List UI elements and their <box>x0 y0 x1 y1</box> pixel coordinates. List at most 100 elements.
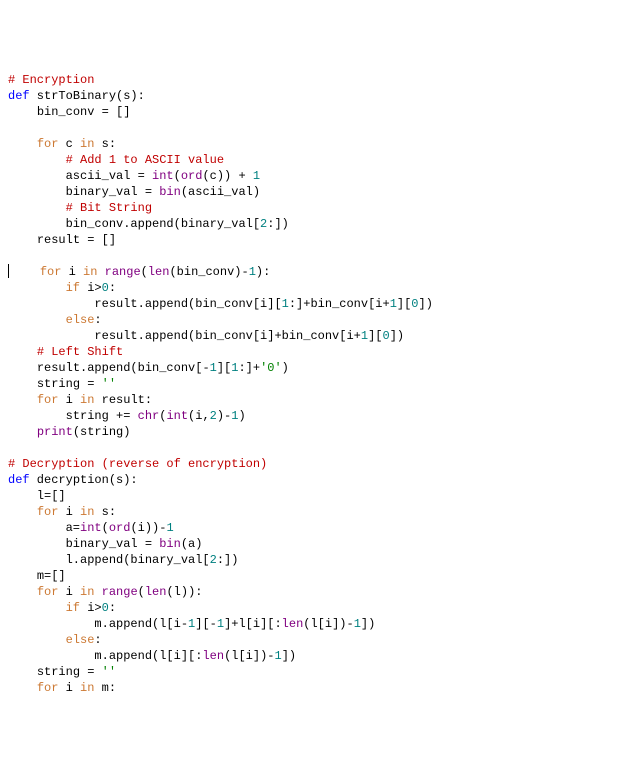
token-id: (string) <box>73 425 131 439</box>
token-id: i> <box>80 281 102 295</box>
token-id: result: <box>94 393 152 407</box>
token-id: ) <box>238 409 245 423</box>
code-line[interactable]: # Bit String <box>8 200 615 216</box>
code-line[interactable]: result = [] <box>8 232 615 248</box>
token-id: i> <box>80 601 102 615</box>
token-id: i <box>58 681 80 695</box>
token-cm: # Bit String <box>66 201 152 215</box>
code-line[interactable]: for c in s: <box>8 136 615 152</box>
token-fn: int <box>152 169 174 183</box>
token-id: ascii_val = <box>66 169 152 183</box>
token-num: 1 <box>210 361 217 375</box>
indent <box>8 361 37 375</box>
code-line[interactable]: bin_conv.append(binary_val[2:]) <box>8 216 615 232</box>
token-str: '' <box>102 377 116 391</box>
indent <box>8 201 66 215</box>
indent <box>8 505 37 519</box>
code-line[interactable]: for i in s: <box>8 504 615 520</box>
code-line[interactable] <box>8 248 615 264</box>
code-line[interactable]: # Encryption <box>8 72 615 88</box>
code-line[interactable]: result.append(bin_conv[i]+bin_conv[i+1][… <box>8 328 615 344</box>
token-cf: in <box>80 681 94 695</box>
token-num: 2 <box>210 409 217 423</box>
token-id: string = <box>37 377 102 391</box>
indent <box>8 393 37 407</box>
token-id: c <box>58 137 80 151</box>
code-line[interactable] <box>8 120 615 136</box>
code-line[interactable]: m.append(l[i-1][-1]+l[i][:len(l[i])-1]) <box>8 616 615 632</box>
token-cf: for <box>37 393 59 407</box>
code-line[interactable]: for i in range(len(l)): <box>8 584 615 600</box>
token-id: binary_val = <box>66 185 160 199</box>
token-kw: def <box>8 473 30 487</box>
code-line[interactable]: string += chr(int(i,2)-1) <box>8 408 615 424</box>
token-id: ( <box>174 169 181 183</box>
code-line[interactable]: bin_conv = [] <box>8 104 615 120</box>
token-id: decryption(s): <box>30 473 138 487</box>
code-line[interactable]: for i in m: <box>8 680 615 696</box>
token-id: ][- <box>195 617 217 631</box>
token-id: ): <box>256 265 270 279</box>
code-line[interactable]: def strToBinary(s): <box>8 88 615 104</box>
token-id: ]) <box>361 617 375 631</box>
token-fn: int <box>166 409 188 423</box>
indent <box>8 537 66 551</box>
token-id: : <box>109 601 116 615</box>
token-id <box>94 585 101 599</box>
token-num: 1 <box>217 617 224 631</box>
code-line[interactable]: # Add 1 to ASCII value <box>8 152 615 168</box>
token-id: result.append(bin_conv[- <box>37 361 210 375</box>
token-fn: range <box>105 265 141 279</box>
indent <box>8 169 66 183</box>
token-id: :]+bin_conv[i+ <box>289 297 390 311</box>
token-id: m=[] <box>37 569 66 583</box>
code-line[interactable]: # Decryption (reverse of encryption) <box>8 456 615 472</box>
token-id: ][ <box>397 297 411 311</box>
code-line[interactable]: ascii_val = int(ord(c)) + 1 <box>8 168 615 184</box>
token-id: : <box>94 313 101 327</box>
code-line[interactable]: a=int(ord(i))-1 <box>8 520 615 536</box>
code-line[interactable]: m=[] <box>8 568 615 584</box>
token-id: i <box>58 585 80 599</box>
code-line[interactable]: else: <box>8 312 615 328</box>
token-cf: else <box>66 633 95 647</box>
token-num: 0 <box>102 601 109 615</box>
code-line[interactable]: print(string) <box>8 424 615 440</box>
indent <box>8 297 94 311</box>
code-line[interactable]: else: <box>8 632 615 648</box>
code-line[interactable]: result.append(bin_conv[i][1:]+bin_conv[i… <box>8 296 615 312</box>
code-line[interactable]: def decryption(s): <box>8 472 615 488</box>
token-cf: for <box>37 681 59 695</box>
code-line[interactable]: l=[] <box>8 488 615 504</box>
code-line[interactable]: binary_val = bin(a) <box>8 536 615 552</box>
code-editor[interactable]: # Encryptiondef strToBinary(s): bin_conv… <box>8 72 615 696</box>
token-id: m.append(l[i][: <box>94 649 202 663</box>
code-line[interactable]: for i in result: <box>8 392 615 408</box>
indent <box>8 633 66 647</box>
token-fn: int <box>80 521 102 535</box>
token-id: bin_conv.append(binary_val[ <box>66 217 260 231</box>
code-line[interactable]: if i>0: <box>8 280 615 296</box>
token-id: :]+ <box>238 361 260 375</box>
indent <box>8 105 37 119</box>
code-line[interactable]: string = '' <box>8 664 615 680</box>
code-line[interactable]: for i in range(len(bin_conv)-1): <box>8 264 615 280</box>
indent <box>8 345 37 359</box>
token-id: (ascii_val) <box>181 185 260 199</box>
token-fn: ord <box>181 169 203 183</box>
code-line[interactable] <box>8 440 615 456</box>
code-line[interactable]: result.append(bin_conv[-1][1:]+'0') <box>8 360 615 376</box>
code-line[interactable]: # Left Shift <box>8 344 615 360</box>
token-id: (c)) + <box>202 169 252 183</box>
token-id: ) <box>282 361 289 375</box>
code-line[interactable]: l.append(binary_val[2:]) <box>8 552 615 568</box>
code-line[interactable]: if i>0: <box>8 600 615 616</box>
code-line[interactable]: m.append(l[i][:len(l[i])-1]) <box>8 648 615 664</box>
token-id: ]) <box>282 649 296 663</box>
token-fn: len <box>282 617 304 631</box>
code-line[interactable]: string = '' <box>8 376 615 392</box>
token-id: l=[] <box>37 489 66 503</box>
indent <box>8 409 66 423</box>
code-line[interactable]: binary_val = bin(ascii_val) <box>8 184 615 200</box>
indent <box>8 617 94 631</box>
